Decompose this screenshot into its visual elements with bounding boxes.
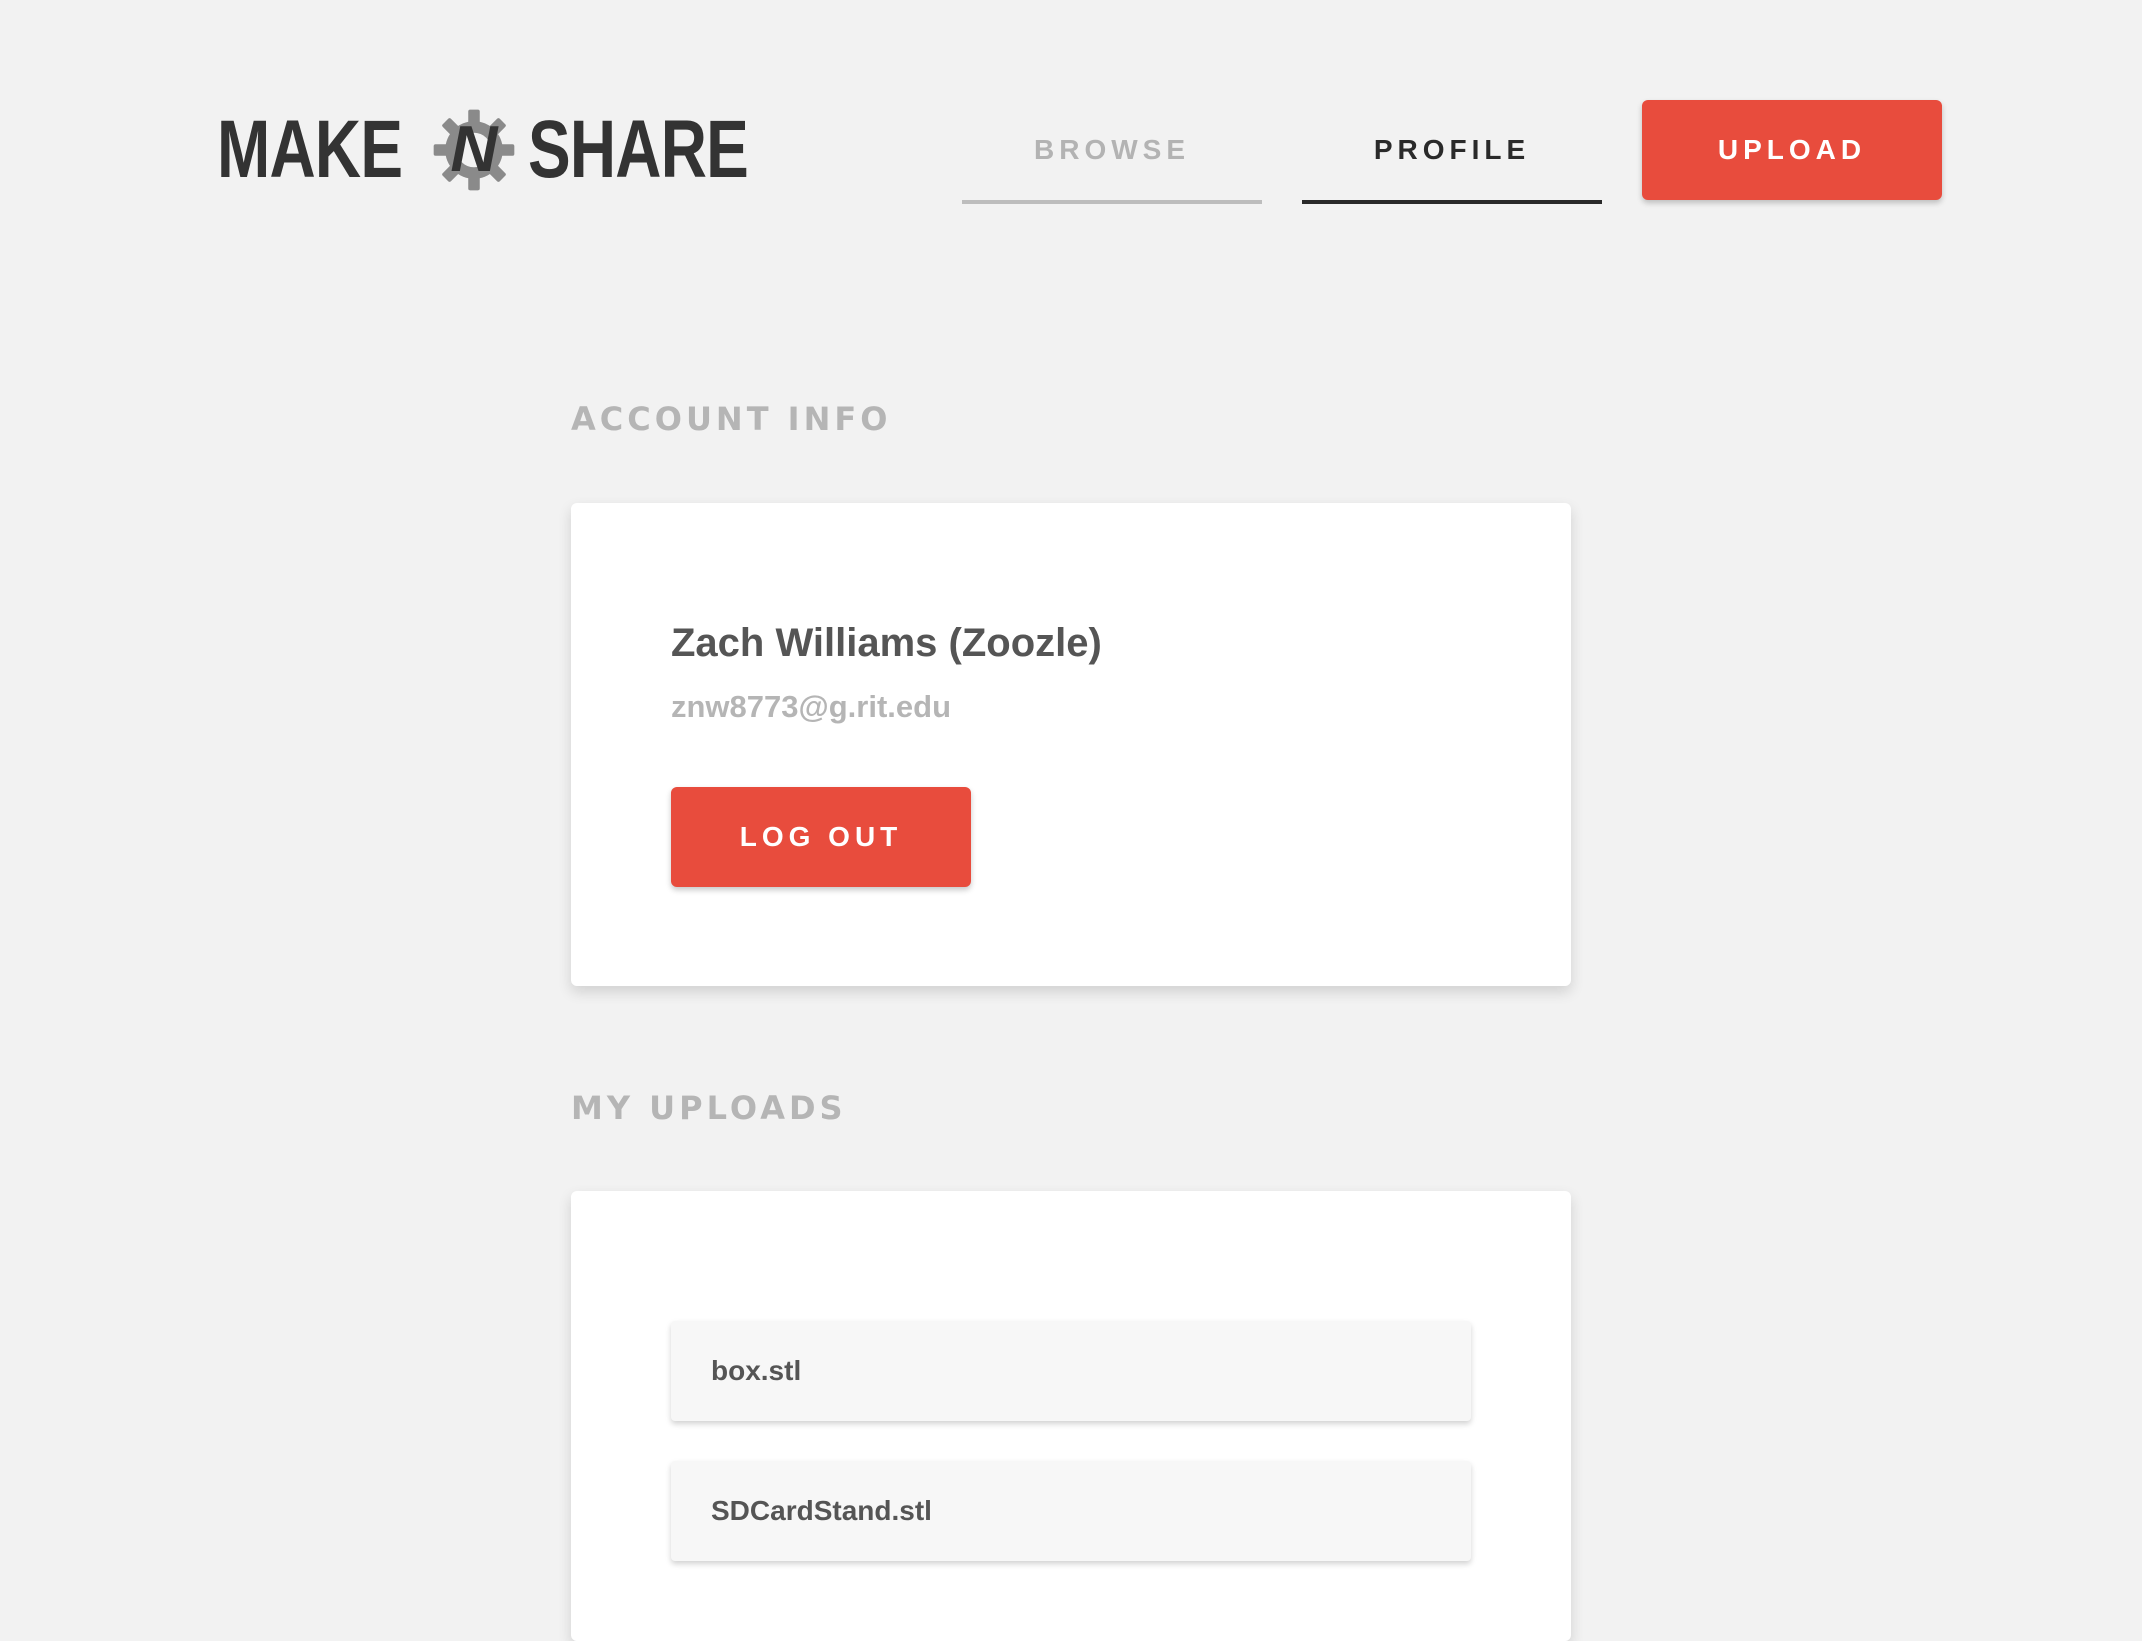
logo-n-text: N [451, 112, 500, 185]
logo[interactable]: MAKE N SHARE [217, 102, 810, 198]
user-email: znw8773@g.rit.edu [671, 689, 952, 724]
list-item[interactable]: box.stl [671, 1321, 1471, 1421]
logout-button[interactable]: LOG OUT [671, 787, 971, 887]
account-card: Zach Williams (Zoozle) znw8773@g.rit.edu… [571, 503, 1571, 986]
logo-share-text: SHARE [528, 104, 749, 195]
uploads-card: box.stl SDCardStand.stl [571, 1191, 1571, 1641]
user-name: Zach Williams (Zoozle) [671, 621, 1102, 665]
list-item[interactable]: SDCardStand.stl [671, 1461, 1471, 1561]
account-info-heading: ACCOUNT INFO [571, 400, 892, 438]
logo-make-text: MAKE [217, 104, 403, 195]
tab-browse[interactable]: BROWSE [962, 100, 1262, 204]
gear-icon: N [434, 109, 515, 191]
tab-profile[interactable]: PROFILE [1302, 100, 1602, 204]
upload-list: box.stl SDCardStand.stl [671, 1321, 1471, 1601]
my-uploads-heading: MY UPLOADS [571, 1089, 847, 1127]
upload-button[interactable]: UPLOAD [1642, 100, 1942, 200]
